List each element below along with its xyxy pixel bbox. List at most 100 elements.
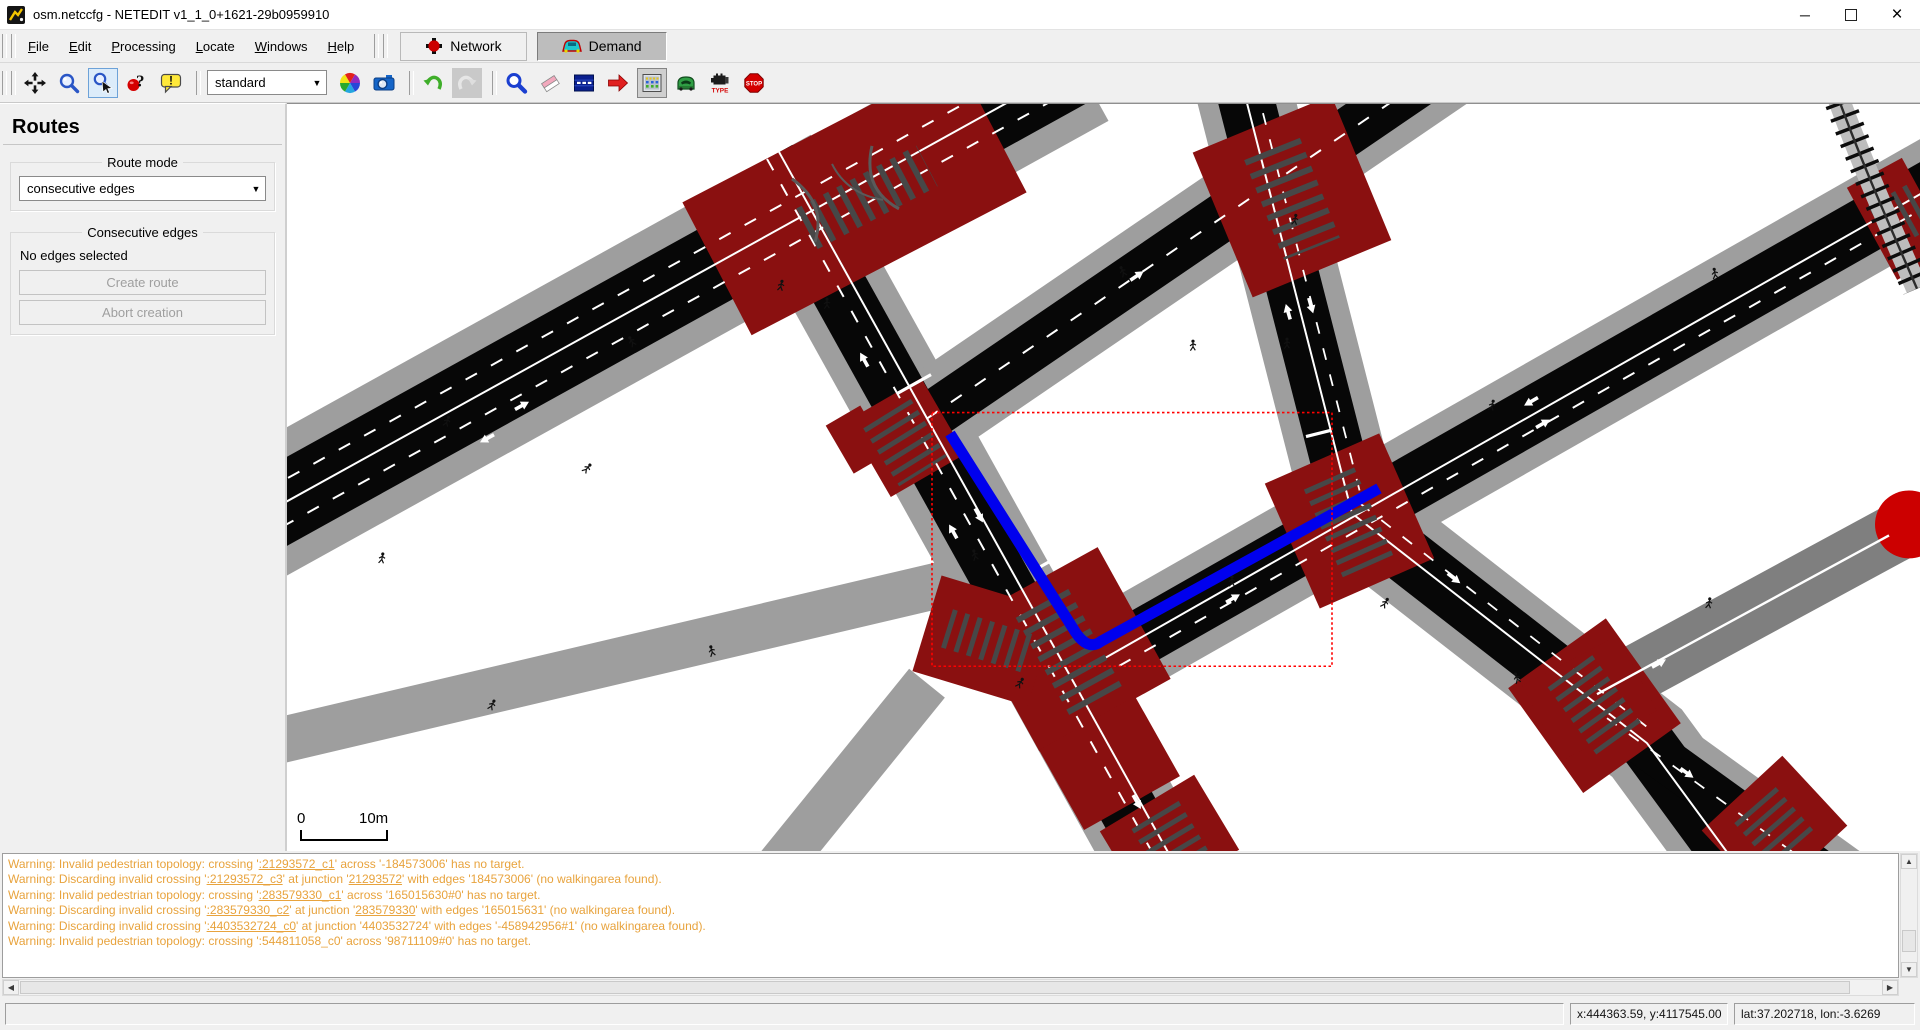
- inspect-mode-button[interactable]: [501, 68, 531, 98]
- svg-text:?: ?: [136, 71, 145, 90]
- toolbar-grip[interactable]: [11, 34, 16, 58]
- zoom-cursor-button[interactable]: [88, 68, 118, 98]
- object-id-link[interactable]: :21293572_c3: [207, 872, 283, 886]
- color-wheel-button[interactable]: [335, 68, 365, 98]
- warning-line: Warning: Discarding invalid crossing ':4…: [8, 919, 1893, 934]
- demand-car-icon: [562, 38, 582, 54]
- object-id-link[interactable]: :283579330_c2: [207, 903, 290, 917]
- vertical-scroll-thumb[interactable]: [1902, 930, 1916, 952]
- zoom-cursor-icon: [91, 71, 115, 95]
- zoom-icon: [57, 71, 81, 95]
- toolbar-grip[interactable]: [409, 71, 414, 95]
- network-canvas[interactable]: 0 10m: [287, 103, 1920, 851]
- menu-locate[interactable]: Locate: [186, 34, 245, 59]
- warning-line: Warning: Invalid pedestrian topology: cr…: [8, 934, 1893, 949]
- warning-text: ' with edges '165015631' (no walkingarea…: [415, 903, 675, 917]
- toolbar-grip[interactable]: [2, 34, 7, 58]
- menu-file[interactable]: File: [18, 34, 59, 59]
- undo-button[interactable]: [418, 68, 448, 98]
- move-mode-button[interactable]: [603, 68, 633, 98]
- route-mode-button[interactable]: [637, 68, 667, 98]
- menu-processing[interactable]: Processing: [101, 34, 185, 59]
- view-scheme-value: standard: [208, 75, 308, 90]
- toolbar-grip[interactable]: [492, 71, 497, 95]
- frame-title: Routes: [12, 116, 285, 139]
- supermode-network-button[interactable]: Network: [400, 32, 526, 61]
- route-mode-group: Route mode consecutive edges ▼: [10, 155, 275, 211]
- route-mode-select[interactable]: consecutive edges ▼: [19, 176, 266, 201]
- network-map[interactable]: 0 10m: [287, 104, 1920, 851]
- object-id-link[interactable]: :283579330_c1: [259, 888, 342, 902]
- status-bar: x:444363.59, y:4117545.00 lat:37.202718,…: [0, 998, 1920, 1030]
- title-bar: osm.netccfg - NETEDIT v1_1_0+1621-29b095…: [0, 0, 1920, 30]
- view-scheme-select[interactable]: standard ▼: [207, 70, 327, 95]
- warning-line: Warning: Invalid pedestrian topology: cr…: [8, 888, 1893, 903]
- stop-icon-label: STOP: [746, 81, 762, 87]
- netedit-logo-icon: [7, 6, 25, 24]
- status-message-field: [5, 1003, 1564, 1025]
- routes-frame: Routes Route mode consecutive edges ▼ Co…: [0, 103, 287, 851]
- tool-bar: ? ! standard ▼: [0, 63, 1920, 103]
- chevron-down-icon: ▼: [247, 184, 265, 194]
- menu-help[interactable]: Help: [317, 34, 364, 59]
- redo-button[interactable]: [452, 68, 482, 98]
- message-bubble-icon: !: [159, 71, 183, 95]
- scale-bar: 0 10m: [297, 810, 388, 840]
- message-vertical-scrollbar[interactable]: ▲ ▼: [1900, 853, 1918, 978]
- warning-text: Warning: Discarding invalid crossing ': [8, 872, 207, 886]
- close-button[interactable]: ×: [1874, 0, 1920, 29]
- minimize-icon: ─: [1800, 7, 1810, 23]
- minimize-button[interactable]: ─: [1782, 0, 1828, 29]
- move-view-button[interactable]: [20, 68, 50, 98]
- locate-question-button[interactable]: ?: [122, 68, 152, 98]
- create-route-button[interactable]: Create route: [19, 270, 266, 295]
- work-area: Routes Route mode consecutive edges ▼ Co…: [0, 103, 1920, 851]
- warning-text: ' with edges '184573006' (no walkingarea…: [402, 872, 662, 886]
- supermode-network-label: Network: [450, 38, 501, 54]
- divider: [3, 144, 282, 145]
- warning-text: ' at junction ': [289, 903, 355, 917]
- toolbar-grip[interactable]: [383, 34, 388, 58]
- status-geo-coordinates: lat:37.202718, lon:-3.6269: [1734, 1003, 1915, 1025]
- scroll-up-button[interactable]: ▲: [1901, 854, 1917, 869]
- maximize-button[interactable]: [1828, 0, 1874, 29]
- message-horizontal-scrollbar[interactable]: ◀ ▶: [2, 979, 1899, 996]
- warning-text: Warning: Invalid pedestrian topology: cr…: [8, 888, 259, 902]
- chevron-down-icon: ▼: [308, 78, 326, 88]
- vehicle-mode-button[interactable]: [671, 68, 701, 98]
- status-xy-coordinates: x:444363.59, y:4117545.00: [1570, 1003, 1728, 1025]
- horizontal-scroll-thumb[interactable]: [20, 981, 1850, 994]
- object-id-link[interactable]: :21293572_c1: [259, 857, 335, 871]
- object-id-link[interactable]: 283579330: [355, 903, 415, 917]
- window-controls: ─ ×: [1782, 0, 1920, 29]
- object-id-link[interactable]: :4403532724_c0: [207, 919, 296, 933]
- zoom-button[interactable]: [54, 68, 84, 98]
- object-id-link[interactable]: 21293572: [349, 872, 402, 886]
- toolbar-grip[interactable]: [2, 71, 7, 95]
- scroll-left-button[interactable]: ◀: [3, 980, 19, 995]
- menu-windows[interactable]: Windows: [245, 34, 318, 59]
- locate-question-icon: ?: [125, 71, 149, 95]
- delete-mode-button[interactable]: [535, 68, 565, 98]
- abort-creation-button[interactable]: Abort creation: [19, 300, 266, 325]
- toolbar-grip[interactable]: [196, 71, 201, 95]
- select-mode-button[interactable]: [569, 68, 599, 98]
- vehicle-type-mode-button[interactable]: TYPE: [705, 68, 735, 98]
- select-lanes-icon: [572, 71, 596, 95]
- message-bubble-button[interactable]: !: [156, 68, 186, 98]
- message-log[interactable]: Warning: Invalid pedestrian topology: cr…: [2, 853, 1899, 978]
- supermode-demand-button[interactable]: Demand: [537, 32, 667, 61]
- toolbar-grip[interactable]: [11, 71, 16, 95]
- supermode-demand-label: Demand: [589, 38, 642, 54]
- warning-text: Warning: Invalid pedestrian topology: cr…: [8, 857, 259, 871]
- warning-text: Warning: Discarding invalid crossing ': [8, 919, 207, 933]
- warning-text: Warning: Discarding invalid crossing ': [8, 903, 207, 917]
- scroll-down-button[interactable]: ▼: [1901, 962, 1917, 977]
- scroll-right-button[interactable]: ▶: [1882, 980, 1898, 995]
- type-icon-label: TYPE: [712, 87, 729, 94]
- color-wheel-icon: [338, 71, 362, 95]
- toolbar-grip[interactable]: [374, 34, 379, 58]
- stop-mode-button[interactable]: STOP: [739, 68, 769, 98]
- menu-edit[interactable]: Edit: [59, 34, 101, 59]
- snapshot-camera-button[interactable]: [369, 68, 399, 98]
